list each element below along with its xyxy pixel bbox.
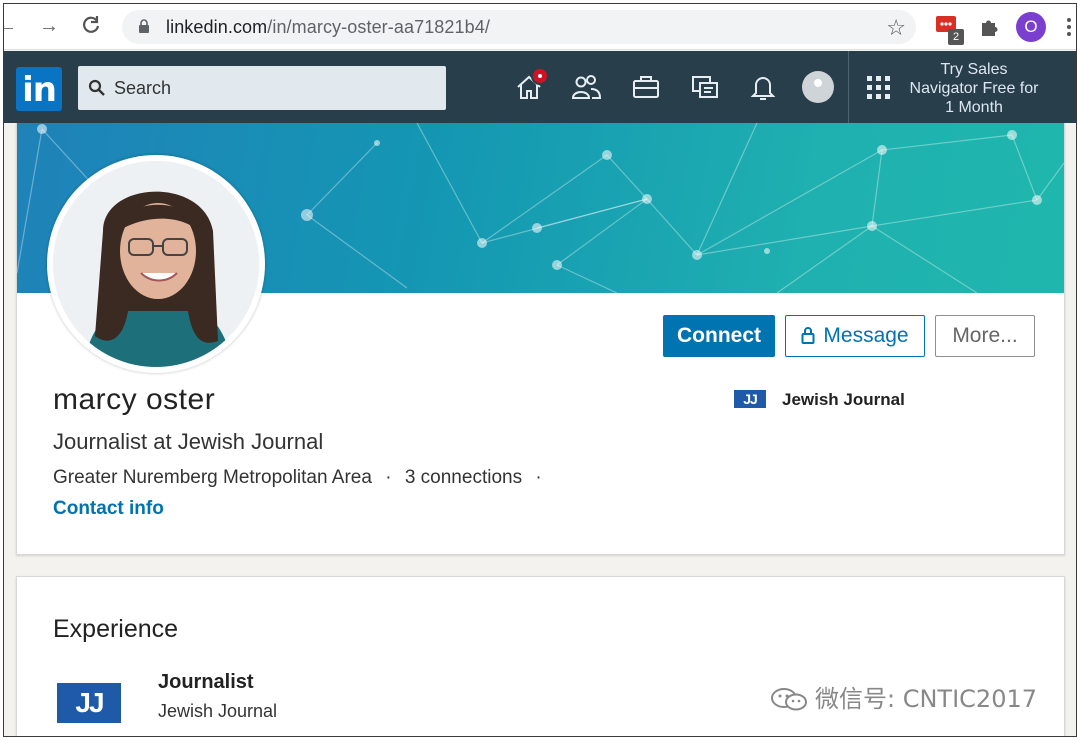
lock-icon [801, 327, 815, 344]
sales-nav-line-2: Navigator Free for [909, 80, 1039, 97]
notification-dot [531, 67, 549, 85]
bookmark-star-icon[interactable]: ☆ [886, 15, 906, 41]
separator-dot: · [385, 467, 392, 488]
separator-dot: · [535, 467, 542, 488]
profile-top-card: Connect Message More... marcy oster Jour… [16, 123, 1065, 555]
url-text[interactable]: linkedin.com/in/marcy-oster-aa71821b4/ [166, 17, 490, 38]
browser-toolbar: ← → linkedin.com/in/marcy-oster-aa71821b… [4, 4, 1076, 50]
linkedin-logo[interactable]: in [16, 67, 62, 111]
sales-nav-line-1: Try Sales [940, 61, 1008, 78]
message-button[interactable]: Message [785, 315, 925, 357]
nav-divider [848, 51, 849, 123]
linkedin-nav-bar: in Try Sales Navigator Free for 1 Month [4, 51, 1076, 123]
search-input[interactable] [114, 66, 434, 110]
connect-button[interactable]: Connect [663, 315, 775, 357]
me-avatar[interactable] [802, 71, 834, 103]
profile-location: Greater Nuremberg Metropolitan Area [53, 467, 372, 488]
browser-profile-avatar[interactable]: O [1016, 12, 1046, 42]
wechat-watermark: 微信号: CNTIC2017 [769, 679, 1037, 714]
profile-photo [53, 161, 259, 367]
screenshot-frame: ← → linkedin.com/in/marcy-oster-aa71821b… [3, 3, 1077, 737]
url-host: linkedin.com [166, 17, 268, 37]
message-button-label: Message [823, 324, 909, 347]
search-box[interactable] [78, 66, 446, 110]
current-company-link[interactable]: Jewish Journal [782, 390, 905, 410]
work-grid-icon[interactable] [866, 75, 892, 101]
company-logo[interactable]: JJ [734, 390, 766, 408]
lock-icon [139, 19, 149, 33]
sales-nav-line-3: 1 Month [945, 99, 1003, 116]
kebab-menu-icon[interactable] [1066, 17, 1072, 37]
more-button[interactable]: More... [935, 315, 1035, 357]
connections-count[interactable]: 3 connections [405, 467, 522, 488]
experience-company: Jewish Journal [158, 701, 278, 721]
reload-icon[interactable] [80, 15, 102, 37]
back-arrow-icon[interactable]: ← [4, 15, 18, 37]
extension-badge: 2 [948, 29, 964, 45]
contact-info-link[interactable]: Contact info [53, 498, 164, 520]
profile-photo-frame[interactable] [47, 155, 265, 373]
sales-navigator-link[interactable]: Try Sales Navigator Free for 1 Month [904, 60, 1044, 117]
profile-location-line: Greater Nuremberg Metropolitan Area · 3 … [53, 467, 542, 489]
experience-section-title: Experience [53, 615, 179, 643]
forward-arrow-icon[interactable]: → [38, 15, 60, 37]
puzzle-icon[interactable] [978, 16, 1000, 38]
my-network-icon[interactable] [571, 73, 601, 101]
jobs-briefcase-icon[interactable] [631, 73, 661, 101]
profile-name: marcy oster [53, 383, 216, 416]
profile-portrait-graphic [53, 161, 259, 367]
address-bar[interactable]: linkedin.com/in/marcy-oster-aa71821b4/ ☆ [122, 10, 916, 44]
search-icon [88, 79, 105, 96]
experience-company-logo[interactable]: JJ [57, 683, 121, 723]
profile-headline: Journalist at Jewish Journal [53, 429, 324, 454]
messaging-icon[interactable] [690, 73, 720, 101]
experience-role: Journalist [158, 671, 254, 693]
url-path: /in/marcy-oster-aa71821b4/ [267, 17, 490, 37]
profile-page: Connect Message More... marcy oster Jour… [16, 123, 1066, 736]
watermark-text: 微信号: CNTIC2017 [815, 685, 1037, 713]
wechat-icon [771, 688, 807, 711]
notifications-bell-icon[interactable] [748, 73, 778, 101]
